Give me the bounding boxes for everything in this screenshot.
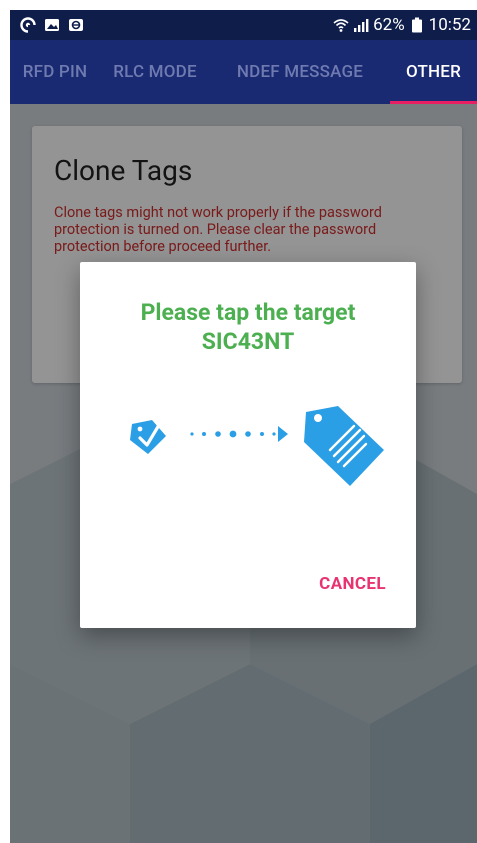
dialog-title: Please tap the target SIC43NT [80,298,416,356]
tab-rfd-pin[interactable]: RFD PIN [10,40,100,104]
image-icon [44,17,60,33]
tab-ndef-message[interactable]: NDEF MESSAGE [210,40,390,104]
status-right: 62% 10:52 [333,15,471,35]
tab-bar: RFD PIN RLC MODE NDEF MESSAGE OTHER [10,40,477,104]
dialog-title-line2: SIC43NT [201,328,295,355]
battery-percent: 62% [373,15,405,35]
dialog-title-line1: Please tap the target [140,299,356,326]
status-bar: 62% 10:52 [10,10,477,40]
source-tag-check-icon [130,418,166,454]
wifi-icon [333,17,349,33]
status-left-icons [20,17,84,33]
tap-target-dialog: Please tap the target SIC43NT CANCEL [80,262,416,628]
clock: 10:52 [428,15,471,35]
battery-icon [409,17,425,33]
cast-icon [68,17,84,33]
signal-icon [353,17,369,33]
tap-illustration [126,402,386,496]
target-tag-icon [304,406,384,486]
tab-rlc-mode[interactable]: RLC MODE [100,40,210,104]
nfc-icon [20,17,36,33]
cancel-button[interactable]: CANCEL [319,574,386,594]
tab-other[interactable]: OTHER [390,40,477,104]
transfer-dots-arrow-icon [190,426,288,442]
